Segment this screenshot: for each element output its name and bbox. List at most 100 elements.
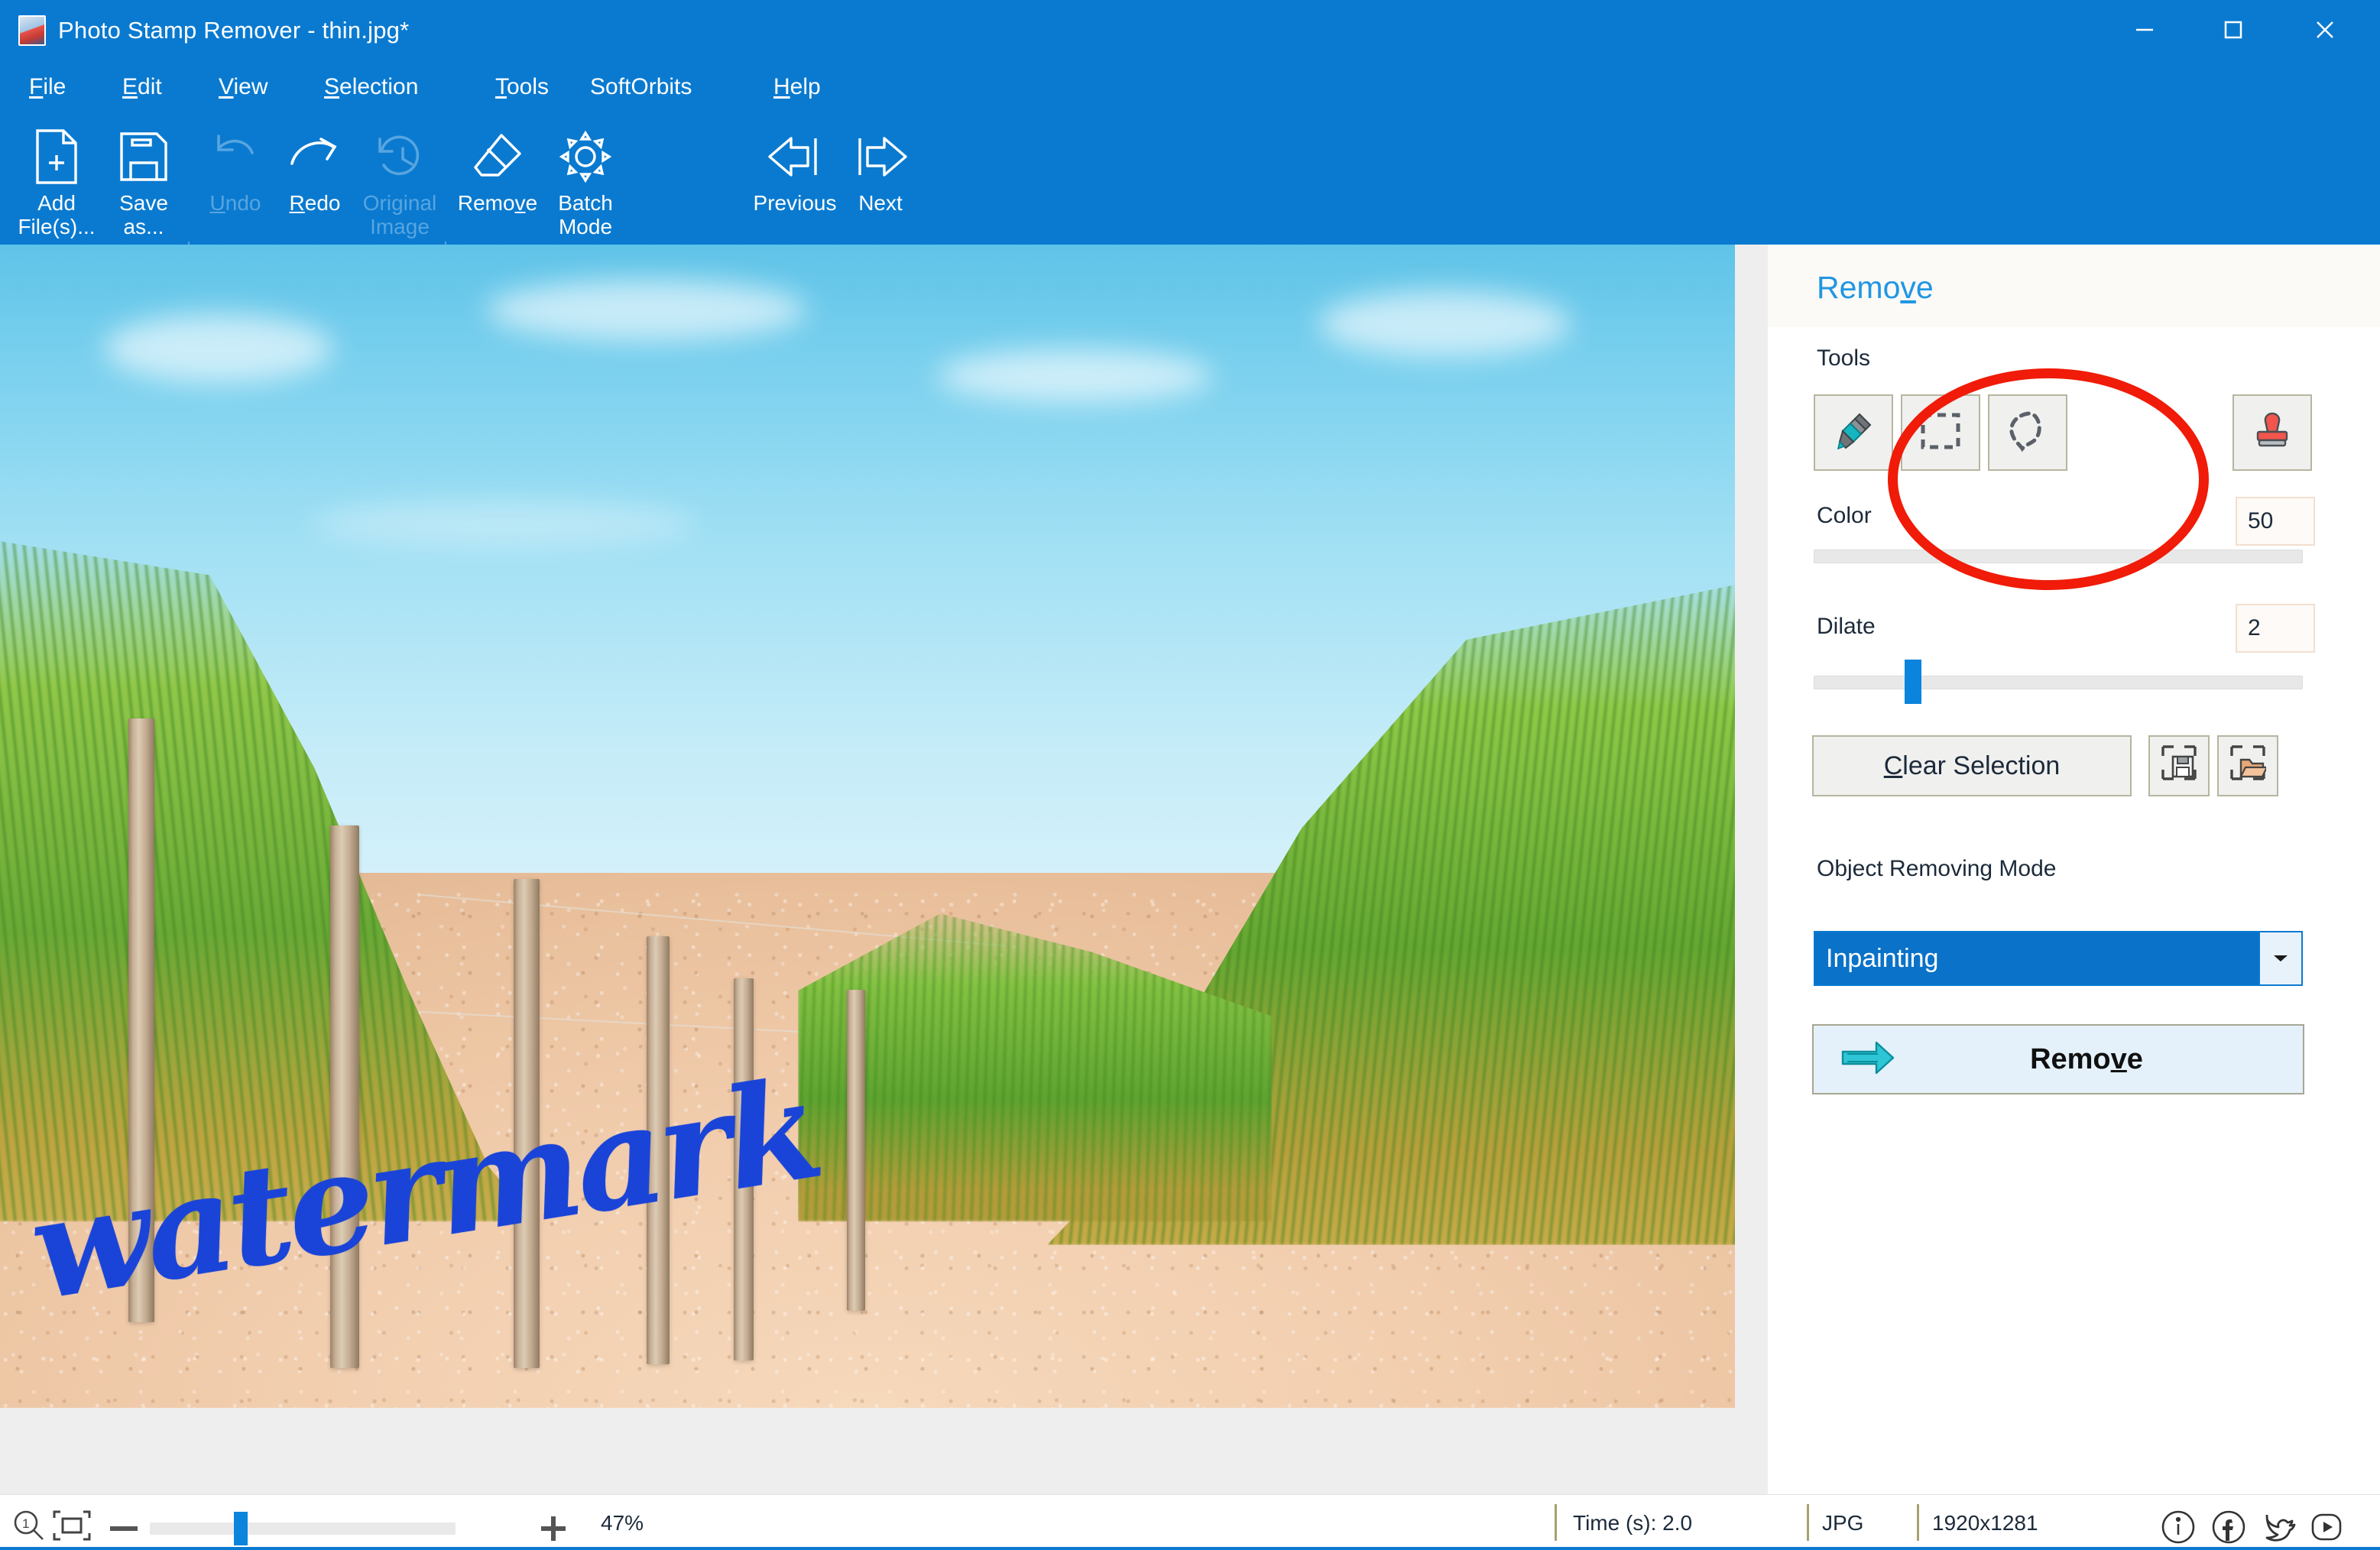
toolbar-undo-label: Undo [209,191,261,215]
fence-post [330,825,359,1368]
image-canvas-area[interactable]: watermark [0,245,1768,1494]
menu-item-help[interactable]: Help [773,60,821,115]
dilate-slider-thumb[interactable] [1905,660,1921,704]
toolbar-previous-button[interactable]: Previous [747,115,842,245]
facebook-icon[interactable] [2209,1507,2249,1547]
gear-icon [559,125,612,188]
minimize-button[interactable] [2105,0,2184,60]
photo-preview[interactable]: watermark [0,245,1735,1408]
toolbar-next-label: Next [858,191,903,215]
object-removing-mode-select[interactable]: Inpainting [1814,931,2303,986]
chevron-down-icon[interactable] [2258,932,2301,984]
zoom-slider-thumb[interactable] [234,1512,248,1545]
object-removing-mode-value: Inpainting [1815,932,2258,984]
clear-selection-button[interactable]: Clear Selection [1812,735,2132,796]
toolbar: Add File(s)... Save as... Undo Redo Orig… [0,115,2380,349]
menu-item-tools[interactable]: Tools [495,60,549,115]
color-label: Color [1817,503,1872,528]
dilate-label: Dilate [1817,614,1876,639]
color-value-field[interactable]: 50 [2236,497,2315,546]
toolbar-remove-label: Remove [457,191,538,215]
history-clock-icon [374,125,426,188]
toolbar-next-button[interactable]: Next [842,115,919,245]
toolbar-redo-button[interactable]: Redo [275,115,355,245]
menu-item-view[interactable]: View [219,60,268,115]
zoom-in-plus-icon[interactable] [535,1510,572,1547]
redo-arrow-icon [286,125,344,188]
lasso-selection-icon [2005,409,2050,457]
toolbar-original-image-label: Original Image [362,191,437,238]
toolbar-add-files-button[interactable]: Add File(s)... [14,115,99,245]
cloud-shape [936,349,1212,403]
toolbar-batch-mode-button[interactable]: Batch Mode [544,115,627,245]
close-button[interactable] [2285,0,2365,60]
cloud-shape [104,314,334,384]
undo-arrow-icon [208,125,263,188]
toolbar-redo-label: Redo [289,191,341,215]
open-selection-icon [2229,744,2268,788]
file-format-label: JPG [1822,1511,1864,1535]
fence-post [847,990,865,1311]
zoom-slider[interactable] [150,1522,456,1535]
menu-item-softorbits[interactable]: SoftOrbits [590,60,692,115]
object-removing-mode-label: Object Removing Mode [1817,856,2057,881]
image-dimensions-label: 1920x1281 [1932,1511,2038,1535]
cloud-shape [312,500,695,546]
arrow-left-icon [765,125,825,188]
toolbar-undo-button[interactable]: Undo [196,115,275,245]
toolbar-add-files-label: Add File(s)... [18,191,96,238]
app-photo-icon [18,15,46,46]
info-circle-icon[interactable] [2158,1507,2198,1547]
menu-bar: File Edit View Selection Tools SoftOrbit… [0,60,2380,115]
zoom-out-minus-icon[interactable] [107,1519,141,1538]
panel-title: Remove [1817,270,1934,305]
toolbar-original-image-button[interactable]: Original Image [355,115,445,245]
fit-to-window-icon[interactable] [50,1509,93,1542]
toolbar-previous-label: Previous [753,191,837,215]
menu-item-selection[interactable]: Selection [324,60,418,115]
toolbar-remove-button[interactable]: Remove [451,115,544,245]
rubber-stamp-icon [2250,409,2294,457]
tool-lasso-selection-button[interactable] [1988,394,2067,471]
rectangle-selection-icon [1918,409,1963,457]
eraser-icon [471,125,524,188]
status-separator-1 [1555,1504,1557,1541]
remove-action-label: Remove [2030,1043,2143,1075]
document-plus-icon [31,125,82,188]
menu-item-file[interactable]: File [29,60,66,115]
youtube-play-icon[interactable] [2307,1507,2346,1547]
arrow-right-icon [851,125,910,188]
floppy-disk-icon [117,125,170,188]
toolbar-save-as-button[interactable]: Save as... [101,115,186,245]
zoom-level-label: 47% [601,1511,644,1535]
save-selection-button[interactable] [2148,735,2210,796]
toolbar-batch-mode-label: Batch Mode [558,191,613,238]
twitter-bird-icon[interactable] [2258,1507,2297,1547]
application-window: Photo Stamp Remover - thin.jpg* File Edi… [0,0,2380,1550]
tool-marker-button[interactable] [1814,394,1893,471]
bottom-accent-strip [0,1547,2380,1550]
status-separator-2 [1807,1504,1809,1541]
dilate-value-field[interactable]: 2 [2236,604,2315,653]
tool-stamp-button[interactable] [2232,394,2312,471]
processing-time-label: Time (s): 2.0 [1573,1511,1693,1535]
tool-rectangle-selection-button[interactable] [1901,394,1980,471]
zoom-actual-size-icon[interactable]: 1 [11,1507,47,1544]
cloud-shape [485,279,807,341]
status-separator-3 [1917,1504,1919,1541]
maximize-button[interactable] [2194,0,2273,60]
tools-label: Tools [1817,345,1871,371]
cloud-shape [1318,290,1571,357]
svg-text:1: 1 [22,1516,29,1531]
color-slider[interactable] [1814,550,2303,563]
clear-selection-label: Clear Selection [1883,751,2061,780]
save-selection-icon [2161,744,2197,788]
toolbar-save-as-label: Save as... [119,191,168,238]
marker-pen-icon [1832,410,1875,456]
menu-item-edit[interactable]: Edit [122,60,162,115]
dilate-slider[interactable] [1814,676,2303,689]
window-title: Photo Stamp Remover - thin.jpg* [58,17,410,44]
open-selection-button[interactable] [2217,735,2278,796]
arrow-right-thick-icon [1840,1039,1896,1081]
remove-action-button[interactable]: Remove [1812,1024,2304,1094]
